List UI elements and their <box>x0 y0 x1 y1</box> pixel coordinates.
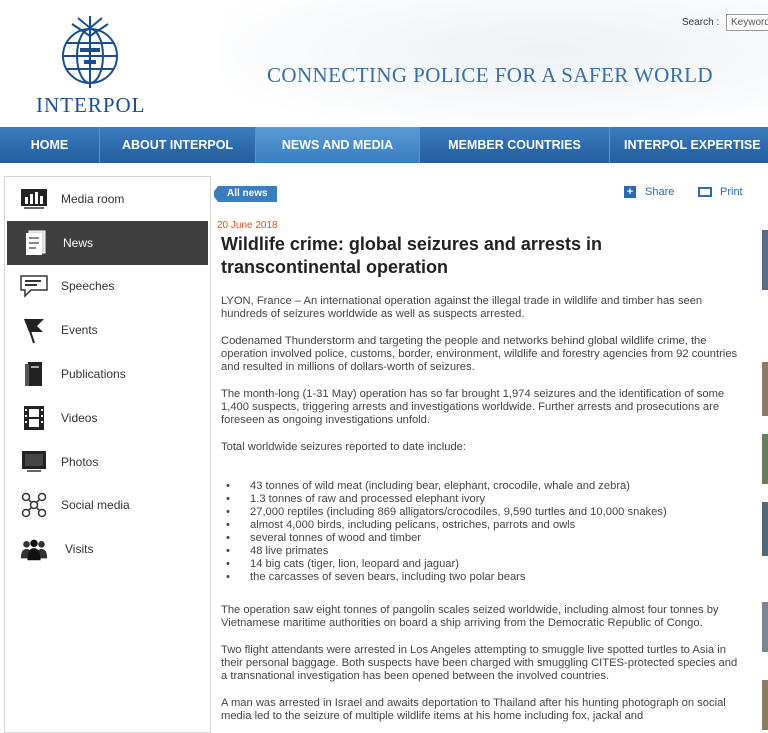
article-paragraph: A man was arrested in Israel and awaits … <box>221 697 726 722</box>
list-item: several tonnes of wood and timber <box>221 532 746 545</box>
header-tagline: CONNECTING POLICE FOR A SAFER WORLD <box>267 63 713 87</box>
sidebar-item-visits[interactable]: Visits <box>5 527 210 571</box>
list-item: the carcasses of seven bears, including … <box>221 571 746 584</box>
article-date: 20 June 2018 <box>217 220 278 231</box>
search-input[interactable] <box>726 14 768 31</box>
thumbnail-image[interactable] <box>762 230 768 290</box>
article-paragraph: LYON, France – An international operatio… <box>221 295 703 320</box>
all-news-button[interactable]: All news <box>214 186 277 202</box>
chart-icon <box>19 185 49 213</box>
sidebar-item-media-room[interactable]: Media room <box>5 177 210 221</box>
main-navigation: HOME ABOUT INTERPOL NEWS AND MEDIA MEMBE… <box>0 127 768 163</box>
list-item: 1.3 tonnes of raw and processed elephant… <box>221 493 746 506</box>
book-icon <box>19 360 49 388</box>
related-thumbnails-strip <box>756 190 768 733</box>
print-label: Print <box>720 186 743 198</box>
sidebar-label: Media room <box>61 191 125 206</box>
thumbnail-image[interactable] <box>762 434 768 484</box>
nav-about-interpol[interactable]: ABOUT INTERPOL <box>100 127 256 163</box>
print-icon <box>698 187 712 197</box>
sidebar-item-events[interactable]: Events <box>5 308 210 352</box>
sidebar-item-publications[interactable]: Publications <box>5 352 210 396</box>
people-icon <box>19 535 49 563</box>
thumbnail-image[interactable] <box>762 680 768 730</box>
article-body: LYON, France – An international operatio… <box>221 295 746 733</box>
sidebar-item-videos[interactable]: Videos <box>5 396 210 440</box>
article-paragraph: Codenamed Thunderstorm and targeting the… <box>221 335 738 373</box>
share-button[interactable]: + Share <box>624 186 674 198</box>
list-item: 27,000 reptiles (including 869 alligator… <box>221 506 746 519</box>
speech-icon <box>19 272 49 300</box>
seizures-list: 43 tonnes of wild meat (including bear, … <box>221 480 746 584</box>
logo-wordmark: INTERPOL <box>36 93 146 117</box>
list-item: almost 4,000 birds, including pelicans, … <box>221 519 746 532</box>
sidebar-label: Visits <box>65 542 94 557</box>
search-label: Search : <box>682 17 720 28</box>
nav-news-and-media[interactable]: NEWS AND MEDIA <box>256 127 420 163</box>
article-paragraph: The operation saw eight tonnes of pangol… <box>221 604 719 629</box>
sidebar-label: News <box>63 235 94 250</box>
sidebar-label: Events <box>61 323 98 338</box>
sidebar-label: Photos <box>61 454 99 469</box>
article-paragraph: Two flight attendants were arrested in L… <box>221 644 738 682</box>
sidebar-label: Speeches <box>61 279 115 294</box>
sidebar-item-photos[interactable]: Photos <box>5 440 210 484</box>
globe-emblem-icon <box>62 16 118 88</box>
flag-icon <box>19 316 49 344</box>
sidebar-item-news[interactable]: News <box>7 220 208 265</box>
article-title: Wildlife crime: global seizures and arre… <box>221 234 602 277</box>
print-button[interactable]: Print <box>698 186 743 198</box>
sidebar-label: Social media <box>61 498 130 513</box>
article-paragraph: The month-long (1-31 May) operation has … <box>221 388 725 426</box>
film-icon <box>19 404 49 432</box>
nav-home[interactable]: HOME <box>0 127 100 163</box>
site-header: INTERPOL CONNECTING POLICE FOR A SAFER W… <box>0 0 768 127</box>
media-sidebar: Media room News Speeches Events Publicat… <box>4 176 211 733</box>
list-item: 48 live primates <box>221 545 746 558</box>
sidebar-label: Publications <box>61 367 126 382</box>
network-icon <box>19 491 49 519</box>
nav-interpol-expertise[interactable]: INTERPOL EXPERTISE <box>610 127 768 163</box>
sidebar-item-speeches[interactable]: Speeches <box>5 265 210 309</box>
sidebar-item-social-media[interactable]: Social media <box>5 484 210 528</box>
nav-member-countries[interactable]: MEMBER COUNTRIES <box>420 127 610 163</box>
thumbnail-image[interactable] <box>762 502 768 556</box>
monitor-icon <box>19 448 49 476</box>
sidebar-label: Videos <box>61 410 98 425</box>
share-label: Share <box>645 186 675 198</box>
document-icon <box>21 229 51 257</box>
list-item: 14 big cats (tiger, lion, leopard and ja… <box>221 558 746 571</box>
plus-icon: + <box>624 186 636 198</box>
thumbnail-image[interactable] <box>762 362 768 416</box>
list-item: 43 tonnes of wild meat (including bear, … <box>221 480 746 493</box>
article-content: All news + Share Print 20 June 2018 Wild… <box>214 170 754 733</box>
article-paragraph: Total worldwide seizures reported to dat… <box>221 441 467 453</box>
thumbnail-image[interactable] <box>762 602 768 652</box>
